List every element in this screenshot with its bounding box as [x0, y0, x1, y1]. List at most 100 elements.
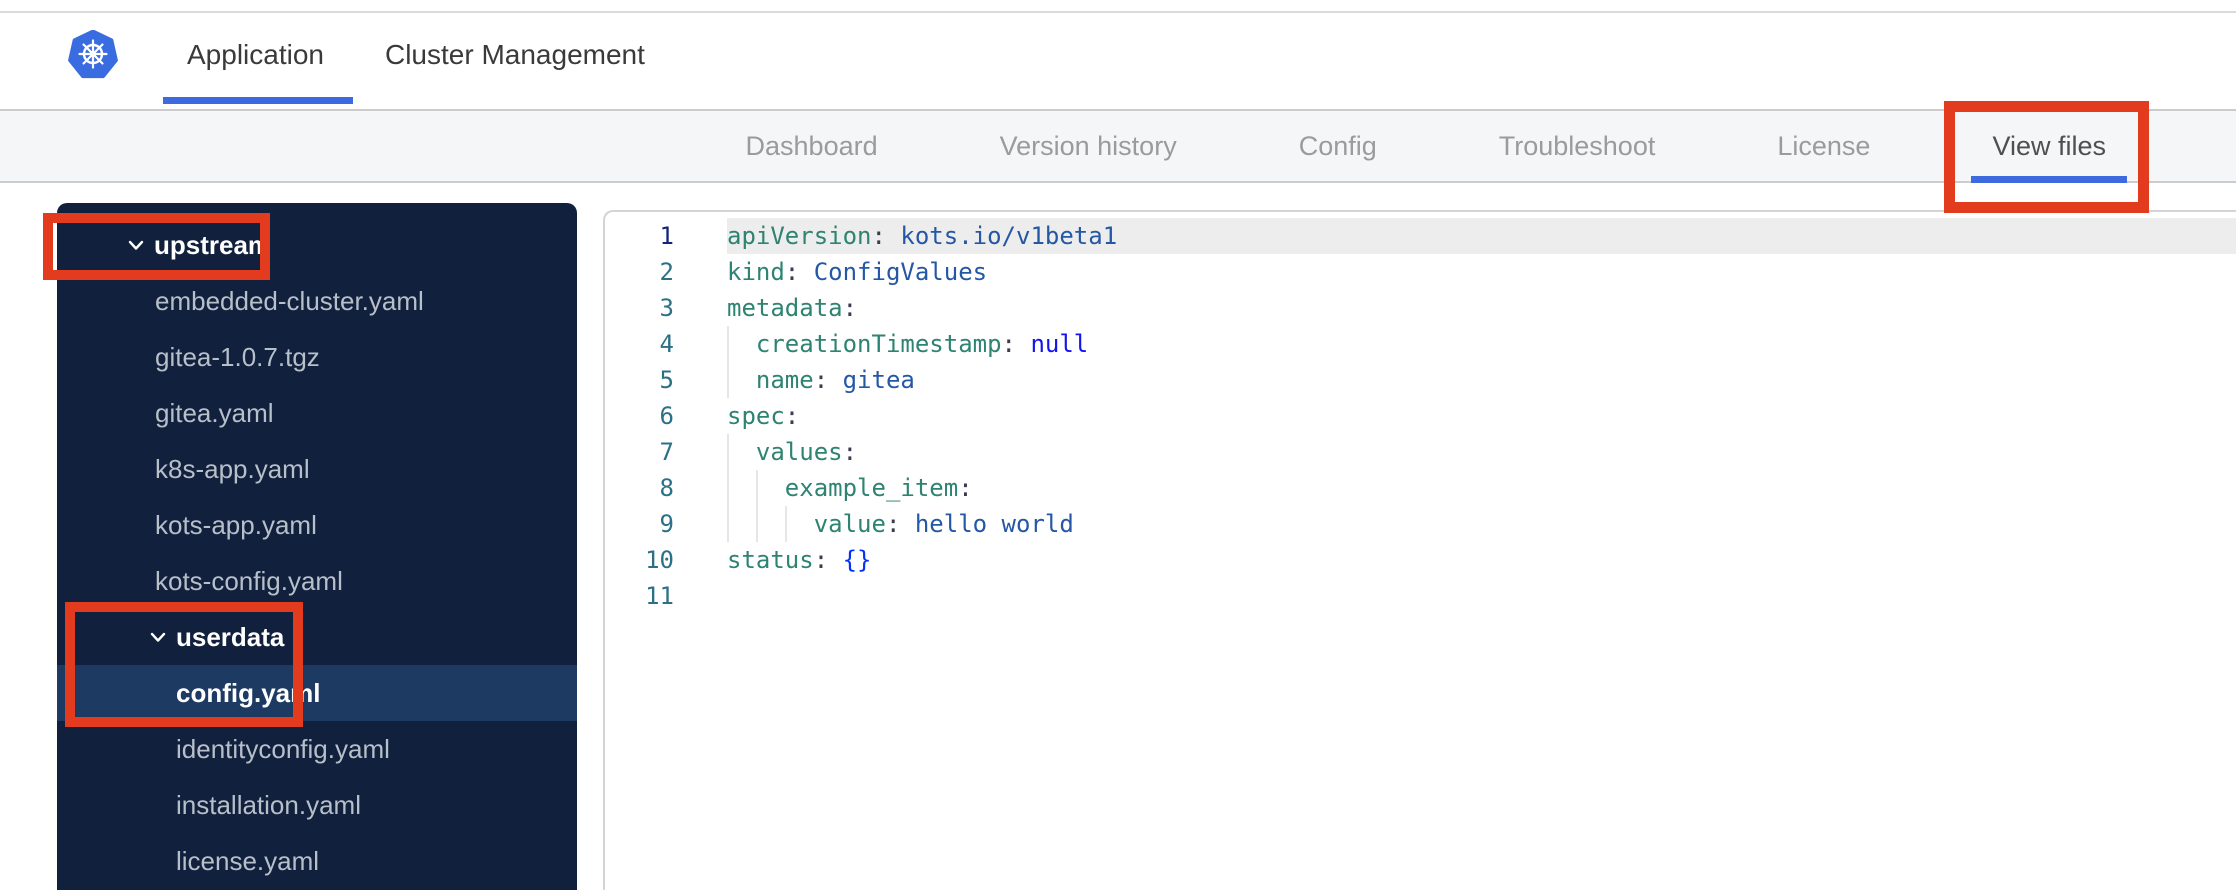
tree-file-installation.yaml[interactable]: installation.yaml: [57, 777, 577, 833]
code-line-content: example_item:: [727, 470, 2236, 506]
code-line-content: spec:: [727, 398, 2236, 434]
code-token: example_item: [784, 474, 959, 502]
top-tab-cluster-management[interactable]: Cluster Management: [385, 0, 645, 109]
tree-file-embedded-cluster.yaml[interactable]: embedded-cluster.yaml: [57, 273, 577, 329]
tree-file-identityconfig.yaml[interactable]: identityconfig.yaml: [57, 721, 577, 777]
kubernetes-logo-icon: [68, 30, 118, 79]
code-line: 1 apiVersion: kots.io/v1beta1: [605, 218, 2236, 254]
code-line: 7 values:: [605, 434, 2236, 470]
code-token: :: [871, 222, 886, 250]
indent-guide: [755, 506, 758, 542]
tab-label: Dashboard: [745, 130, 878, 161]
top-tab-label: Cluster Management: [384, 38, 645, 70]
code-line: 8 example_item:: [605, 470, 2236, 506]
code-token: kind: [727, 258, 785, 286]
tree-file-config.yaml[interactable]: config.yaml: [57, 665, 577, 721]
code-line: 10 status: {}: [605, 542, 2236, 578]
code-token: spec: [727, 402, 785, 430]
line-number: 8: [659, 474, 674, 502]
tree-file-kots-app.yaml[interactable]: kots-app.yaml: [57, 497, 577, 553]
code-token: name: [755, 366, 814, 394]
code-token: :: [813, 366, 829, 394]
indent-guide: [727, 470, 729, 506]
line-number: 4: [659, 330, 674, 358]
code-token: metadata: [727, 294, 843, 322]
tab-dashboard[interactable]: Dashboard: [746, 111, 878, 181]
line-number: 2: [659, 258, 674, 286]
top-tab-label: Application: [187, 38, 324, 70]
code-token: kots.io/v1beta1: [900, 222, 1118, 250]
tree-file-kots-config.yaml[interactable]: kots-config.yaml: [57, 553, 577, 609]
code-token: :: [784, 402, 800, 430]
tab-label: Troubleshoot: [1498, 130, 1656, 161]
code-token: :: [842, 294, 858, 322]
code-token: :: [885, 510, 901, 538]
line-number: 1: [659, 222, 674, 250]
code-line-content: apiVersion: kots.io/v1beta1: [727, 218, 2236, 254]
line-number: 5: [659, 366, 674, 394]
code-line-content: value: hello world: [727, 506, 2236, 542]
code-line: 4 creationTimestamp: null: [605, 326, 2236, 362]
tab-troubleshoot[interactable]: Troubleshoot: [1499, 111, 1656, 181]
tree-folder-userdata[interactable]: userdata: [57, 609, 577, 665]
file-label: kots-app.yaml: [155, 509, 317, 540]
tree-file-gitea.yaml[interactable]: gitea.yaml: [57, 385, 577, 441]
code-line-content: kind: ConfigValues: [727, 254, 2236, 290]
line-number: 3: [659, 294, 674, 322]
tab-license[interactable]: License: [1777, 111, 1870, 181]
tab-label: License: [1777, 130, 1871, 161]
indent-guide: [727, 434, 729, 470]
indent-guide: [727, 362, 729, 398]
file-label: license.yaml: [176, 845, 320, 876]
folder-label: upstream: [154, 229, 272, 260]
tree-folder-upstream[interactable]: upstream: [57, 217, 577, 273]
indent-guide: [727, 326, 729, 362]
tree-file-k8s-app.yaml[interactable]: k8s-app.yaml: [57, 441, 577, 497]
tree-file-gitea-1.0.7.tgz[interactable]: gitea-1.0.7.tgz: [57, 329, 577, 385]
file-label: gitea.yaml: [155, 397, 274, 428]
code-token: :: [958, 474, 973, 502]
tab-view-files[interactable]: View files: [1971, 111, 2127, 183]
kots-admin-console: Application Cluster Management Dashboard V…: [0, 0, 2236, 890]
code-line-content: status: {}: [727, 542, 2236, 578]
code-line: 6 spec:: [605, 398, 2236, 434]
code-token: :: [1001, 330, 1016, 358]
file-label: embedded-cluster.yaml: [155, 285, 424, 316]
code-line: 11: [605, 578, 2236, 614]
file-label: installation.yaml: [176, 789, 361, 820]
tab-config[interactable]: Config: [1299, 111, 1377, 181]
tab-label: Version history: [999, 130, 1177, 161]
file-label: config.yaml: [176, 677, 321, 708]
code-token: {}: [842, 546, 872, 574]
line-number: 6: [659, 402, 674, 430]
code-token: value: [813, 510, 886, 538]
code-line: 9 value: hello world: [605, 506, 2236, 542]
app-nav-tabs: Dashboard Version history Config Troublesho…: [0, 109, 2236, 183]
tab-version-history[interactable]: Version history: [1000, 111, 1177, 181]
file-label: identityconfig.yaml: [176, 733, 390, 764]
chevron-down-icon: [128, 240, 144, 250]
top-tab-application[interactable]: Application: [163, 0, 353, 109]
code-token: ConfigValues: [813, 258, 988, 286]
file-tree-sidebar: upstream embedded-cluster.yaml gitea-1.0.7…: [57, 203, 577, 890]
line-number: 9: [659, 510, 674, 538]
tree-file-license.yaml[interactable]: license.yaml: [57, 833, 577, 889]
code-line: 3 metadata:: [605, 290, 2236, 326]
code-token: apiVersion: [727, 222, 872, 250]
tab-label: View files: [1992, 130, 2106, 161]
indent-guide: [727, 506, 729, 542]
folder-label: userdata: [176, 621, 285, 652]
code-token: values: [755, 438, 843, 466]
indent-guide: [784, 506, 787, 542]
line-number: 10: [645, 546, 674, 574]
tab-label: Config: [1298, 130, 1377, 161]
yaml-editor[interactable]: 1 apiVersion: kots.io/v1beta1 2 kind: Confi…: [603, 210, 2236, 890]
chevron-down-icon: [150, 632, 166, 642]
code-token: status: [727, 546, 814, 574]
